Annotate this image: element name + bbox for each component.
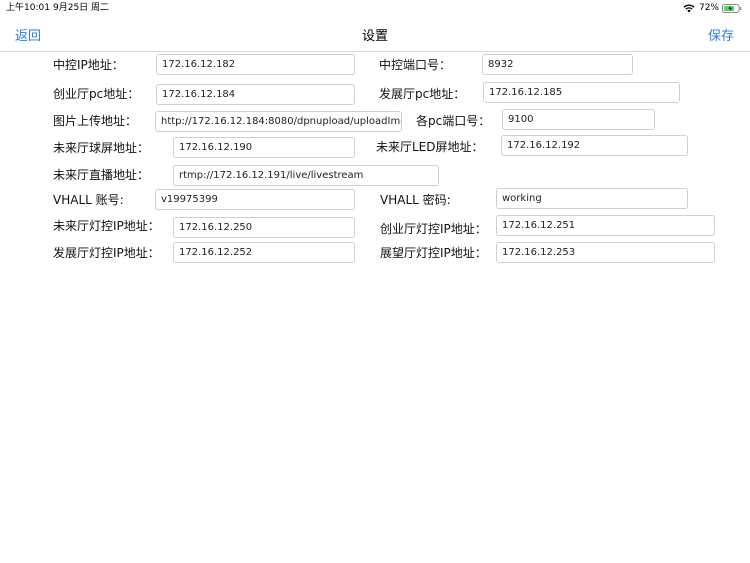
develop-light-input[interactable]: 172.16.12.252 [173,242,355,263]
status-date: 9月25日 周二 [53,3,110,13]
future-dome-input[interactable]: 172.16.12.190 [173,137,355,158]
future-led-input[interactable]: 172.16.12.192 [501,135,688,156]
status-time: 上午10:01 [6,3,50,13]
startup-pc-label: 创业厅pc地址： [53,87,140,101]
battery-percent: 72% [698,3,719,13]
center-port-input[interactable]: 8932 [482,54,633,75]
center-ip-label: 中控IP地址： [53,58,124,72]
vhall-account-input[interactable]: v19975399 [155,189,355,210]
future-live-input[interactable]: rtmp://172.16.12.191/live/livestream [173,165,439,186]
center-ip-input[interactable]: 172.16.12.182 [156,54,355,75]
future-light-input[interactable]: 172.16.12.250 [173,217,355,238]
vhall-account-label: VHALL 账号: [53,193,124,207]
outlook-light-label: 展望厅灯控IP地址： [380,246,487,260]
upload-url-label: 图片上传地址： [53,114,138,128]
future-dome-label: 未来厅球屏地址： [53,141,150,155]
vhall-password-input[interactable]: working [496,188,688,209]
startup-light-label: 创业厅灯控IP地址： [380,222,487,236]
future-live-label: 未来厅直播地址： [53,168,150,182]
battery-charging-icon [722,3,742,13]
status-bar: 上午10:01 9月25日 周二 72% [0,0,750,16]
upload-url-input[interactable]: http://172.16.12.184:8080/dpnupload/uplo… [155,111,402,132]
startup-light-input[interactable]: 172.16.12.251 [496,215,715,236]
develop-pc-input[interactable]: 172.16.12.185 [483,82,680,103]
future-light-label: 未来厅灯控IP地址： [53,219,160,233]
center-port-label: 中控端口号： [379,58,452,72]
develop-light-label: 发展厅灯控IP地址： [53,246,160,260]
navigation-bar: 返回 设置 保存 [0,16,750,52]
pc-port-label: 各pc端口号： [416,114,491,128]
outlook-light-input[interactable]: 172.16.12.253 [496,242,715,263]
status-indicators: 72% [683,0,742,16]
pc-port-input[interactable]: 9100 [502,109,655,130]
save-button[interactable]: 保存 [708,25,734,44]
vhall-password-label: VHALL 密码: [380,193,451,207]
develop-pc-label: 发展厅pc地址： [379,87,466,101]
page-title: 设置 [361,29,388,44]
wifi-icon [683,4,695,12]
startup-pc-input[interactable]: 172.16.12.184 [156,84,355,105]
future-led-label: 未来厅LED屏地址： [376,140,484,154]
